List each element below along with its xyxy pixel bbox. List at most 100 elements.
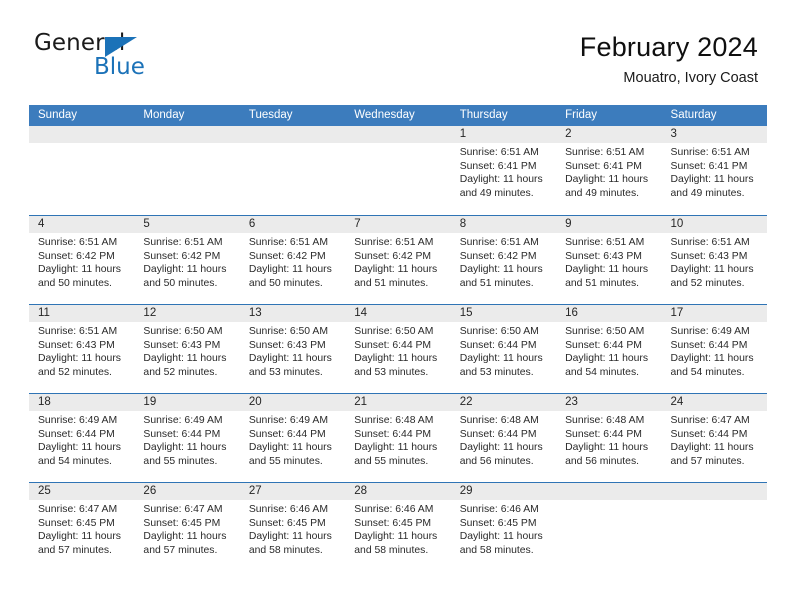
calendar-day-cell[interactable]: 15 Sunrise: 6:50 AM Sunset: 6:44 PM Dayligh… xyxy=(451,305,556,393)
sunset-text: Sunset: 6:44 PM xyxy=(354,339,432,351)
sun-info: Sunrise: 6:48 AM Sunset: 6:44 PM Daylight:… xyxy=(460,414,550,468)
week-cells: 18 Sunrise: 6:49 AM Sunset: 6:44 PM Dayligh… xyxy=(29,394,767,482)
calendar-day-cell[interactable]: 5 Sunrise: 6:51 AM Sunset: 6:42 PM Daylight… xyxy=(134,216,239,304)
sunrise-text: Sunrise: 6:50 AM xyxy=(143,326,223,337)
calendar-day-cell[interactable]: 21 Sunrise: 6:48 AM Sunset: 6:44 PM Dayligh… xyxy=(345,394,450,482)
calendar-day-cell[interactable]: 13 Sunrise: 6:50 AM Sunset: 6:43 PM Dayligh… xyxy=(240,305,345,393)
sun-info: Sunrise: 6:51 AM Sunset: 6:41 PM Daylight:… xyxy=(460,146,550,200)
calendar-day-cell[interactable]: 18 Sunrise: 6:49 AM Sunset: 6:44 PM Dayligh… xyxy=(29,394,134,482)
daylight-text: Daylight: 11 hours and 58 minutes. xyxy=(459,531,543,556)
daylight-text: Daylight: 11 hours and 58 minutes. xyxy=(248,531,332,556)
daylight-text: Daylight: 11 hours and 49 minutes. xyxy=(459,174,543,199)
daylight-text: Daylight: 11 hours and 51 minutes. xyxy=(354,264,438,289)
day-number: 23 xyxy=(565,396,578,408)
sunset-text: Sunset: 6:44 PM xyxy=(248,428,326,440)
sunset-text: Sunset: 6:44 PM xyxy=(565,339,642,351)
sunrise-text: Sunrise: 6:50 AM xyxy=(248,326,328,337)
sun-info: Sunrise: 6:50 AM Sunset: 6:43 PM Daylight:… xyxy=(143,325,233,379)
daylight-text: Daylight: 11 hours and 51 minutes. xyxy=(565,264,649,289)
calendar-day-cell[interactable]: 16 Sunrise: 6:50 AM Sunset: 6:44 PM Dayligh… xyxy=(556,305,661,393)
day-number: 6 xyxy=(248,218,256,230)
sun-info: Sunrise: 6:50 AM Sunset: 6:44 PM Daylight:… xyxy=(565,325,655,379)
sunrise-text: Sunrise: 6:47 AM xyxy=(143,504,223,515)
week-cells: 25 Sunrise: 6:47 AM Sunset: 6:45 PM Dayligh… xyxy=(29,483,767,571)
sunset-text: Sunset: 6:43 PM xyxy=(38,339,115,351)
calendar-cell-empty xyxy=(662,483,767,571)
daylight-text: Daylight: 11 hours and 56 minutes. xyxy=(565,442,649,467)
sun-info: Sunrise: 6:51 AM Sunset: 6:43 PM Daylight:… xyxy=(565,236,655,290)
daylight-text: Daylight: 11 hours and 54 minutes. xyxy=(670,353,754,378)
day-number: 8 xyxy=(459,218,467,230)
sunrise-text: Sunrise: 6:51 AM xyxy=(354,237,434,248)
daylight-text: Daylight: 11 hours and 50 minutes. xyxy=(38,264,121,289)
day-number: 2 xyxy=(565,128,572,140)
calendar-day-cell[interactable]: 27 Sunrise: 6:46 AM Sunset: 6:45 PM Dayligh… xyxy=(240,483,345,571)
calendar-day-cell[interactable]: 9 Sunrise: 6:51 AM Sunset: 6:43 PM Daylight… xyxy=(556,216,661,304)
sunset-text: Sunset: 6:43 PM xyxy=(565,250,642,262)
sunrise-text: Sunrise: 6:51 AM xyxy=(670,237,750,248)
daylight-text: Daylight: 11 hours and 55 minutes. xyxy=(248,442,332,467)
calendar-day-cell[interactable]: 1 Sunrise: 6:51 AM Sunset: 6:41 PM Daylight… xyxy=(451,126,556,215)
calendar-week-row: 1 Sunrise: 6:51 AM Sunset: 6:41 PM Daylight… xyxy=(29,126,767,215)
calendar-day-cell[interactable]: 11 Sunrise: 6:51 AM Sunset: 6:43 PM Dayligh… xyxy=(29,305,134,393)
sunset-text: Sunset: 6:44 PM xyxy=(670,428,748,440)
daylight-text: Daylight: 11 hours and 57 minutes. xyxy=(38,531,121,556)
daylight-text: Daylight: 11 hours and 55 minutes. xyxy=(354,442,438,467)
calendar-day-cell[interactable]: 12 Sunrise: 6:50 AM Sunset: 6:43 PM Dayligh… xyxy=(134,305,239,393)
sunrise-text: Sunrise: 6:50 AM xyxy=(565,326,645,337)
weekday-header-friday: Friday xyxy=(565,109,598,121)
sunset-text: Sunset: 6:44 PM xyxy=(459,339,537,351)
calendar-day-cell[interactable]: 22 Sunrise: 6:48 AM Sunset: 6:44 PM Dayligh… xyxy=(451,394,556,482)
calendar-day-cell[interactable]: 8 Sunrise: 6:51 AM Sunset: 6:42 PM Daylight… xyxy=(451,216,556,304)
sun-info: Sunrise: 6:51 AM Sunset: 6:43 PM Daylight:… xyxy=(38,325,128,379)
sunrise-text: Sunrise: 6:50 AM xyxy=(354,326,434,337)
calendar-day-cell[interactable]: 25 Sunrise: 6:47 AM Sunset: 6:45 PM Dayligh… xyxy=(29,483,134,571)
calendar-day-cell[interactable]: 26 Sunrise: 6:47 AM Sunset: 6:45 PM Dayligh… xyxy=(134,483,239,571)
day-number: 16 xyxy=(565,307,578,319)
brand-logo[interactable]: General Blue xyxy=(34,32,264,92)
sunset-text: Sunset: 6:42 PM xyxy=(459,250,537,262)
calendar-day-cell[interactable]: 14 Sunrise: 6:50 AM Sunset: 6:44 PM Dayligh… xyxy=(345,305,450,393)
calendar-day-cell[interactable]: 19 Sunrise: 6:49 AM Sunset: 6:44 PM Dayligh… xyxy=(134,394,239,482)
sun-info: Sunrise: 6:46 AM Sunset: 6:45 PM Daylight:… xyxy=(249,503,339,557)
day-number: 20 xyxy=(248,396,262,408)
sun-info: Sunrise: 6:51 AM Sunset: 6:41 PM Daylight:… xyxy=(671,146,761,200)
calendar-day-cell[interactable]: 6 Sunrise: 6:51 AM Sunset: 6:42 PM Daylight… xyxy=(240,216,345,304)
sunset-text: Sunset: 6:44 PM xyxy=(459,428,537,440)
day-number: 3 xyxy=(670,128,677,140)
sun-info: Sunrise: 6:47 AM Sunset: 6:45 PM Daylight:… xyxy=(38,503,128,557)
calendar-day-cell[interactable]: 4 Sunrise: 6:51 AM Sunset: 6:42 PM Daylight… xyxy=(29,216,134,304)
day-number: 10 xyxy=(670,218,684,230)
calendar-day-cell[interactable]: 3 Sunrise: 6:51 AM Sunset: 6:41 PM Daylight… xyxy=(662,126,767,215)
sunset-text: Sunset: 6:44 PM xyxy=(670,339,748,351)
daylight-text: Daylight: 11 hours and 50 minutes. xyxy=(143,264,227,289)
sun-info: Sunrise: 6:49 AM Sunset: 6:44 PM Daylight:… xyxy=(249,414,339,468)
sunrise-text: Sunrise: 6:48 AM xyxy=(459,415,539,426)
calendar-day-cell[interactable]: 28 Sunrise: 6:46 AM Sunset: 6:45 PM Dayligh… xyxy=(345,483,450,571)
sun-info: Sunrise: 6:49 AM Sunset: 6:44 PM Daylight:… xyxy=(38,414,128,468)
sunrise-text: Sunrise: 6:49 AM xyxy=(38,415,118,426)
sun-info: Sunrise: 6:46 AM Sunset: 6:45 PM Daylight:… xyxy=(460,503,550,557)
calendar-day-cell[interactable]: 29 Sunrise: 6:46 AM Sunset: 6:45 PM Dayligh… xyxy=(451,483,556,571)
weekday-header-thursday: Thursday xyxy=(459,109,508,121)
sun-info: Sunrise: 6:50 AM Sunset: 6:44 PM Daylight:… xyxy=(460,325,550,379)
calendar-day-cell[interactable]: 2 Sunrise: 6:51 AM Sunset: 6:41 PM Daylight… xyxy=(556,126,661,215)
calendar-day-cell[interactable]: 10 Sunrise: 6:51 AM Sunset: 6:43 PM Dayligh… xyxy=(662,216,767,304)
sun-info: Sunrise: 6:48 AM Sunset: 6:44 PM Daylight:… xyxy=(565,414,655,468)
sunset-text: Sunset: 6:42 PM xyxy=(38,250,115,262)
calendar-day-cell[interactable]: 24 Sunrise: 6:47 AM Sunset: 6:44 PM Dayligh… xyxy=(662,394,767,482)
calendar-day-cell[interactable]: 23 Sunrise: 6:48 AM Sunset: 6:44 PM Dayligh… xyxy=(556,394,661,482)
weekday-header-saturday: Saturday xyxy=(670,109,717,121)
sunrise-text: Sunrise: 6:51 AM xyxy=(565,147,645,158)
weekday-header-tuesday: Tuesday xyxy=(248,109,293,121)
calendar-page: General Blue February 2024 Mouatro, Ivor… xyxy=(0,0,792,612)
daylight-text: Daylight: 11 hours and 52 minutes. xyxy=(38,353,121,378)
sun-info: Sunrise: 6:51 AM Sunset: 6:42 PM Daylight:… xyxy=(354,236,444,290)
day-number: 17 xyxy=(670,307,684,319)
daylight-text: Daylight: 11 hours and 49 minutes. xyxy=(670,174,754,199)
calendar-day-cell[interactable]: 20 Sunrise: 6:49 AM Sunset: 6:44 PM Dayligh… xyxy=(240,394,345,482)
daylight-text: Daylight: 11 hours and 52 minutes. xyxy=(143,353,227,378)
calendar-day-cell[interactable]: 7 Sunrise: 6:51 AM Sunset: 6:42 PM Daylight… xyxy=(345,216,450,304)
calendar-day-cell[interactable]: 17 Sunrise: 6:49 AM Sunset: 6:44 PM Dayligh… xyxy=(662,305,767,393)
day-number: 4 xyxy=(38,218,45,230)
